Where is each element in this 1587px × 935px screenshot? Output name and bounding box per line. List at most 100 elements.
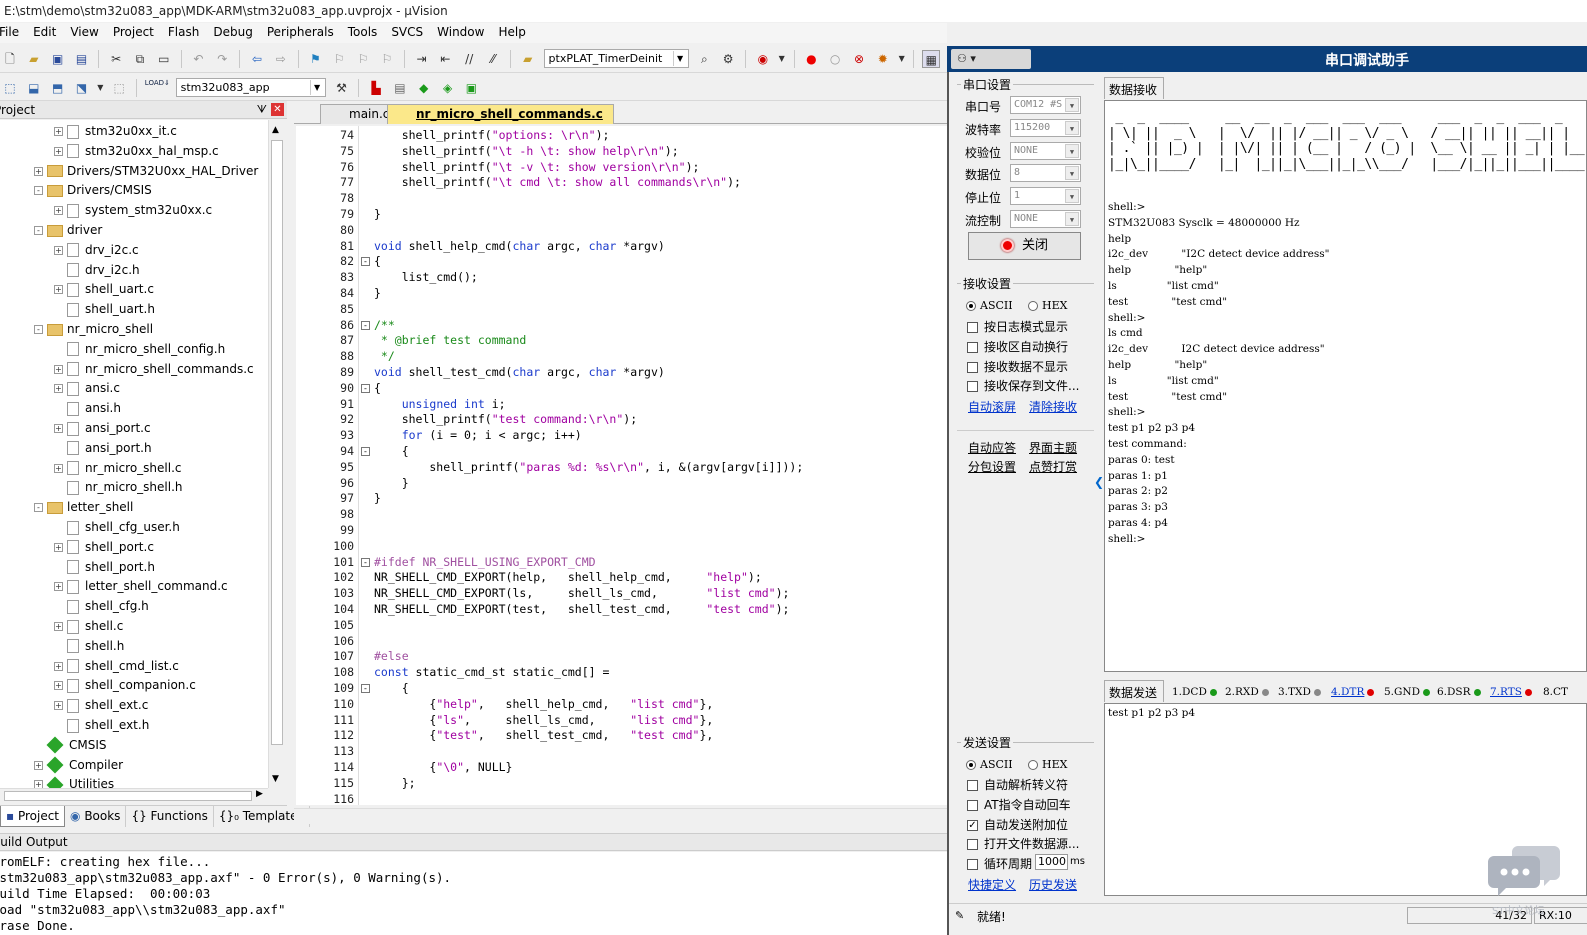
send-ascii-radio[interactable]: ASCII [966, 757, 1013, 771]
target-combo[interactable]: stm32u083_app ▼ [175, 78, 326, 97]
fold-toggle-icon[interactable]: - [361, 557, 370, 567]
tree-item[interactable]: + stm32u0xx_it.c [54, 122, 177, 142]
tree-item[interactable]: ansi.h [54, 399, 121, 419]
collapse-icon[interactable]: - [34, 226, 43, 235]
expand-icon[interactable]: + [54, 245, 63, 255]
project-hscroll-thumb[interactable] [4, 791, 252, 801]
tree-item[interactable]: + drv_i2c.c [54, 241, 139, 261]
breakpoint-disable-all-icon[interactable]: ⊗ [850, 50, 868, 68]
menu-file[interactable]: File [0, 23, 26, 39]
load-icon[interactable]: LOAD⇓ [145, 79, 170, 97]
manage-rte-icon[interactable]: ◆ [415, 79, 433, 97]
scroll-right-icon[interactable]: ▶ [256, 789, 263, 799]
dropdown-arrow-icon[interactable]: ▼ [898, 50, 906, 68]
collapse-icon[interactable]: - [34, 186, 43, 196]
auto-scroll-link[interactable]: 自动滚屏 [968, 398, 1016, 415]
send-option-checkbox[interactable]: 自动解析转义符 [967, 776, 1068, 793]
tree-item[interactable]: + letter_shell_command.c [54, 577, 228, 597]
batch-build-icon[interactable]: ⬔ [72, 79, 90, 97]
tree-item[interactable]: shell_uart.h [54, 300, 155, 320]
target-options-icon[interactable]: ⚒ [332, 79, 350, 97]
function-combo[interactable]: ptxPLAT_TimerDeinit ▼ [543, 49, 689, 68]
bookmark-next-icon[interactable]: ⚐ [354, 50, 372, 68]
menu-project[interactable]: Project [106, 23, 161, 39]
send-option-checkbox[interactable]: 循环周期 [967, 855, 1032, 872]
cut-icon[interactable]: ✂ [107, 50, 125, 68]
recv-option-checkbox[interactable]: 接收数据不显示 [967, 358, 1068, 375]
new-file-icon[interactable]: 🗋 [1, 50, 19, 68]
fold-toggle-icon[interactable]: - [361, 684, 370, 693]
signal-3txd[interactable]: 3.TXD [1278, 686, 1321, 698]
signal-6dsr[interactable]: 6.DSR [1437, 686, 1481, 698]
clear-recv-link[interactable]: 清除接收 [1029, 398, 1077, 415]
tree-item[interactable]: + shell_ext.c [54, 696, 148, 716]
tree-item[interactable]: + shell_port.c [54, 538, 154, 558]
port-field-databits-select[interactable]: 8 ▼ [1010, 164, 1081, 183]
collapse-panel-icon[interactable]: ❮ [1094, 475, 1104, 489]
port-field-com-select[interactable]: COM12 #S ▼ [1010, 96, 1081, 114]
code-area[interactable]: shell_printf("options: \r\n"); shell_pri… [372, 126, 947, 805]
recv-option-checkbox[interactable]: 接收区自动换行 [967, 338, 1068, 355]
save-all-icon[interactable]: ▤ [72, 50, 90, 68]
find-in-files-icon[interactable]: ▰ [519, 50, 537, 68]
menu-peripherals[interactable]: Peripherals [260, 23, 341, 39]
menu-window[interactable]: Window [430, 23, 491, 39]
unindent-icon[interactable]: ⇤ [436, 50, 454, 68]
uncomment-icon[interactable]: ⁄⁄ [484, 50, 502, 68]
window-layout-icon[interactable]: ▦ [922, 50, 941, 68]
signal-1dcd[interactable]: 1.DCD [1172, 686, 1217, 698]
expand-icon[interactable]: + [54, 206, 63, 216]
tree-item[interactable]: CMSIS [34, 736, 107, 756]
tree-item[interactable]: - letter_shell [34, 498, 133, 518]
signal-2rxd[interactable]: 2.RXD [1225, 686, 1269, 698]
menu-flash[interactable]: Flash [161, 23, 206, 39]
expand-icon[interactable]: + [54, 622, 63, 631]
dropdown-arrow-icon[interactable]: ▼ [778, 50, 786, 68]
project-scroll-thumb[interactable] [271, 140, 283, 745]
close-port-button[interactable]: 关闭 [968, 232, 1081, 260]
recv-option-checkbox[interactable]: 按日志模式显示 [967, 318, 1068, 335]
fold-toggle-icon[interactable]: - [361, 257, 370, 267]
port-field-flow-select[interactable]: NONE ▼ [1010, 210, 1081, 228]
signal-5gnd[interactable]: 5.GND [1384, 686, 1431, 698]
donate-link[interactable]: 点赞打赏 [1029, 458, 1077, 475]
expand-icon[interactable]: + [54, 146, 63, 156]
tree-item[interactable]: shell_port.h [54, 558, 155, 578]
tab-project[interactable]: ▪ Project [0, 806, 66, 827]
paste-icon[interactable]: ▭ [155, 50, 173, 68]
file-extensions-icon[interactable]: ▤ [391, 79, 409, 97]
tree-item[interactable]: ansi_port.h [54, 439, 152, 459]
tree-item[interactable]: shell.h [54, 637, 124, 657]
signal-8ct[interactable]: 8.CT [1543, 686, 1568, 698]
expand-icon[interactable]: + [54, 285, 63, 295]
expand-icon[interactable]: + [54, 701, 63, 711]
tree-item[interactable]: + ansi_port.c [54, 419, 151, 439]
nav-forward-icon[interactable]: ⇨ [272, 50, 290, 68]
port-field-baud-select[interactable]: 115200 ▼ [1010, 118, 1081, 137]
stop-build-icon[interactable]: ⬚ [110, 79, 128, 97]
history-send-link[interactable]: 历史发送 [1029, 876, 1077, 893]
expand-icon[interactable]: + [54, 384, 63, 394]
tree-item[interactable]: drv_i2c.h [54, 261, 140, 281]
expand-icon[interactable]: + [34, 166, 43, 176]
bookmark-prev-icon[interactable]: ⚐ [330, 50, 348, 68]
find-icon[interactable]: ⌕ [695, 50, 713, 68]
tree-item[interactable]: + shell_cmd_list.c [54, 657, 179, 677]
menu-tools[interactable]: Tools [341, 23, 385, 39]
auto-reply-link[interactable]: 自动应答 [968, 439, 1016, 456]
tree-item[interactable]: + Utilities [34, 775, 114, 788]
tree-item[interactable]: nr_micro_shell.h [54, 478, 183, 498]
scroll-down-icon[interactable]: ▼ [272, 774, 279, 784]
tree-item[interactable]: - driver [34, 221, 102, 241]
bookmark-icon[interactable]: ⚑ [306, 50, 324, 68]
tree-item[interactable]: + nr_micro_shell.c [54, 459, 182, 479]
expand-icon[interactable]: + [54, 127, 63, 136]
tab-functions[interactable]: {} Functions [126, 806, 214, 827]
editor-horizontal-scrollbar[interactable] [294, 808, 947, 824]
send-option-checkbox[interactable]: ✓ 自动发送附加位 [967, 816, 1068, 833]
expand-icon[interactable]: + [54, 463, 63, 473]
send-option-checkbox[interactable]: 打开文件数据源... [967, 835, 1079, 852]
open-file-icon[interactable]: ▰ [25, 50, 43, 68]
manage-project-icon[interactable]: ▙ [367, 79, 385, 97]
redo-icon[interactable]: ↷ [213, 50, 231, 68]
